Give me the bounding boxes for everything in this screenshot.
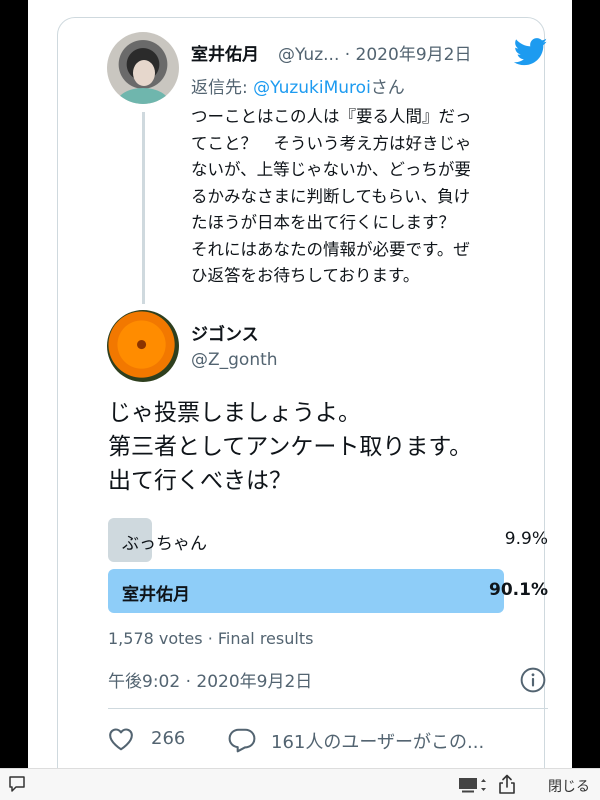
thread-line xyxy=(142,112,145,304)
main-author-name[interactable]: ジゴンス xyxy=(191,320,259,345)
reply-body-line: それにはあなたの情報が必要です。ぜ xyxy=(191,239,470,259)
info-icon[interactable] xyxy=(520,667,546,693)
main-author-handle[interactable]: @Z_gonth xyxy=(191,350,278,370)
reply-to-prefix: 返信先: xyxy=(191,78,254,98)
reply-author-name[interactable]: 室井佑月 xyxy=(191,40,259,65)
poll-option-winner: 室井佑月 90.1% xyxy=(108,569,548,613)
reply-to-line: 返信先: @YuzukiMuroiさん xyxy=(191,73,405,98)
reply-body-line: つーことはこの人は『要る人間』だっ xyxy=(191,107,472,126)
heart-icon[interactable] xyxy=(108,727,134,751)
reply-author-handle-time[interactable]: @Yuz... · 2020年9月2日 xyxy=(278,40,471,65)
main-author-avatar[interactable] xyxy=(107,310,179,382)
reply-body-line: ないが、上等じゃないか、どっちが要 xyxy=(191,160,471,179)
reply-body-line: たほうが日本を出て行くにします？ xyxy=(191,213,455,232)
poll-option: ぶっちゃん 9.9% xyxy=(108,518,548,562)
poll-option-label: ぶっちゃん xyxy=(122,534,207,554)
screen-icon[interactable] xyxy=(458,776,486,794)
tweet-page: 室井佑月 @Yuz... · 2020年9月2日 返信先: @YuzukiMur… xyxy=(28,0,572,768)
share-icon[interactable] xyxy=(498,774,516,794)
reply-body-line: ひ返答をお待ちしております。 xyxy=(191,266,420,285)
poll-option-percent: 9.9% xyxy=(504,529,548,549)
reply-to-handle-link[interactable]: @YuzukiMuroi xyxy=(253,78,371,98)
poll-results-text: 1,578 votes · Final results xyxy=(108,629,314,648)
main-text-line: 出て行くべきは？ xyxy=(108,468,292,494)
reply-tweet-body: つーことはこの人は『要る人間』だっ てこと？ そういう考え方は好きじゃ ないが、… xyxy=(191,104,551,290)
reply-to-suffix: さん xyxy=(370,78,405,98)
reply-body-line: るかみなさまに判断してもらい、負け xyxy=(191,186,471,206)
main-tweet-text: じゃ投票しましょうよ。 第三者としてアンケート取ります。 出て行くべきは？ xyxy=(108,396,568,498)
main-text-line: じゃ投票しましょうよ。 xyxy=(108,400,361,426)
like-count[interactable]: 266 xyxy=(151,728,185,749)
twitter-bird-icon xyxy=(514,38,548,66)
poll-option-percent: 90.1% xyxy=(489,580,548,600)
reply-author-avatar[interactable] xyxy=(107,32,179,104)
reply-body-line: てこと？ そういう考え方は好きじゃ xyxy=(191,133,472,153)
main-text-line: 第三者としてアンケート取ります。 xyxy=(108,434,473,460)
chat-icon[interactable] xyxy=(8,775,26,793)
reply-bubble-icon[interactable] xyxy=(228,727,256,753)
reply-count-text[interactable]: 161人のユーザーがこの... xyxy=(271,728,484,754)
poll-option-label: 室井佑月 xyxy=(122,585,190,605)
divider xyxy=(108,708,548,709)
close-button[interactable]: 閉じる xyxy=(548,776,590,796)
bottom-toolbar: 閉じる xyxy=(0,768,600,800)
tweet-timestamp[interactable]: 午後9:02 · 2020年9月2日 xyxy=(108,667,312,692)
